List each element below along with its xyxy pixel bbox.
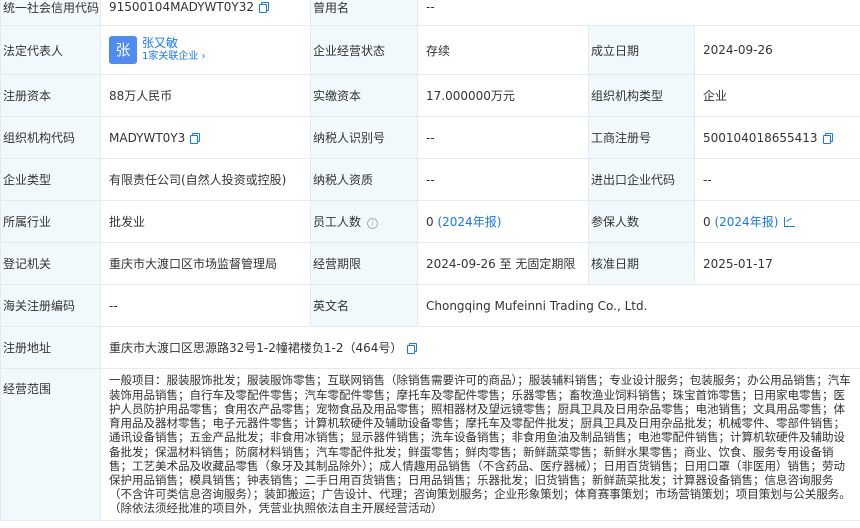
table-row: 海关注册编码 -- 英文名 Chongqing Mufeinni Trading… bbox=[0, 284, 860, 327]
copy-icon[interactable] bbox=[822, 132, 833, 144]
legal-rep-name-link[interactable]: 张又敏 bbox=[142, 37, 206, 50]
avatar[interactable]: 张 bbox=[109, 36, 137, 64]
trend-chart-icon[interactable] bbox=[784, 217, 796, 227]
paid-capital-value: 17.000000万元 bbox=[417, 74, 589, 117]
table-row: 法定代表人 张张又敏 1家关联企业 › 企业经营状态 存续 成立日期 2024-0… bbox=[0, 25, 860, 75]
insured-cell: 0 (2024年报) bbox=[693, 200, 860, 243]
copy-icon[interactable] bbox=[407, 343, 418, 354]
taxpayer-qual-label: 纳税人资质 bbox=[310, 158, 418, 201]
address-value: 重庆市大渡口区思源路32号1-2幢裙楼负1-2 bbox=[109, 341, 344, 355]
table-row: 登记机关 重庆市大渡口区市场监督管理局 经营期限 2024-09-26 至 无固… bbox=[0, 242, 860, 285]
biz-reg-no-cell: 500104018655413 bbox=[693, 116, 860, 159]
approval-date-label: 核准日期 bbox=[588, 242, 695, 285]
legal-rep-cell: 张张又敏 1家关联企业 › bbox=[100, 25, 311, 75]
org-code-label: 组织机构代码 bbox=[0, 116, 101, 159]
credit-code-cell: 91500104MADYWT0Y32 bbox=[100, 0, 311, 26]
staff-value: 0 bbox=[426, 215, 434, 229]
company-info-table: 统一社会信用代码 91500104MADYWT0Y32 曾用名 -- 法定代表人… bbox=[0, 0, 860, 521]
staff-label-cell: 员工人数 i bbox=[310, 200, 418, 243]
industry-label: 所属行业 bbox=[0, 200, 101, 243]
org-type-value: 企业 bbox=[693, 74, 860, 117]
table-row: 注册资本 88万人民币 实缴资本 17.000000万元 组织机构类型 企业 bbox=[0, 74, 860, 117]
import-export-value: -- bbox=[693, 158, 860, 201]
founded-value: 2024-09-26 bbox=[693, 25, 860, 75]
taxpayer-id-value: -- bbox=[417, 116, 589, 159]
scope-label: 经营范围 bbox=[0, 368, 101, 521]
english-name-label: 英文名 bbox=[310, 284, 418, 327]
copy-icon[interactable] bbox=[190, 132, 201, 144]
status-value: 存续 bbox=[417, 25, 589, 75]
credit-code-label: 统一社会信用代码 bbox=[0, 0, 101, 26]
approval-date-value: 2025-01-17 bbox=[693, 242, 860, 285]
op-period-value: 2024-09-26 至 无固定期限 bbox=[417, 242, 589, 285]
taxpayer-qual-value: -- bbox=[417, 158, 589, 201]
company-type-label: 企业类型 bbox=[0, 158, 101, 201]
copy-icon[interactable] bbox=[258, 2, 269, 13]
table-row: 注册地址 重庆市大渡口区思源路32号1-2幢裙楼负1-2（464号） bbox=[0, 326, 860, 369]
table-row: 所属行业 批发业 员工人数 i 0 (2024年报) 参保人数 0 (2024年报… bbox=[0, 200, 860, 243]
reg-capital-value: 88万人民币 bbox=[100, 74, 311, 117]
address-cell: 重庆市大渡口区思源路32号1-2幢裙楼负1-2（464号） bbox=[99, 326, 860, 369]
credit-code-value: 91500104MADYWT0Y32 bbox=[109, 0, 254, 14]
table-row: 企业类型 有限责任公司(自然人投资或控股) 纳税人资质 -- 进出口企业代码 -… bbox=[0, 158, 860, 201]
company-info-panel: { "rows": { "credit_code": {"label": "统一… bbox=[0, 0, 860, 528]
customs-code-value: -- bbox=[100, 284, 311, 327]
staff-annual-report-link[interactable]: (2024年报) bbox=[437, 215, 501, 229]
reg-capital-label: 注册资本 bbox=[0, 74, 101, 117]
import-export-label: 进出口企业代码 bbox=[588, 158, 695, 201]
org-code-value: MADYWT0Y3 bbox=[109, 130, 186, 145]
company-type-value: 有限责任公司(自然人投资或控股) bbox=[100, 158, 311, 201]
op-period-label: 经营期限 bbox=[310, 242, 418, 285]
biz-reg-no-label: 工商注册号 bbox=[588, 116, 695, 159]
address-label: 注册地址 bbox=[0, 326, 101, 369]
insured-label: 参保人数 bbox=[588, 200, 695, 243]
table-row: 统一社会信用代码 91500104MADYWT0Y32 曾用名 -- bbox=[0, 0, 860, 26]
former-name-value: -- bbox=[416, 0, 860, 26]
founded-label: 成立日期 bbox=[588, 25, 695, 75]
english-name-value: Chongqing Mufeinni Trading Co., Ltd. bbox=[416, 284, 860, 327]
insured-annual-report-link[interactable]: (2024年报) bbox=[714, 215, 778, 229]
industry-value: 批发业 bbox=[100, 200, 311, 243]
status-label: 企业经营状态 bbox=[310, 25, 418, 75]
insured-value: 0 bbox=[703, 215, 711, 229]
former-name-label: 曾用名 bbox=[310, 0, 418, 26]
staff-cell: 0 (2024年报) bbox=[417, 200, 589, 243]
paid-capital-label: 实缴资本 bbox=[310, 74, 418, 117]
customs-code-label: 海关注册编码 bbox=[0, 284, 101, 327]
org-type-label: 组织机构类型 bbox=[588, 74, 695, 117]
org-code-cell: MADYWT0Y3 bbox=[100, 116, 311, 159]
taxpayer-id-label: 纳税人识别号 bbox=[310, 116, 418, 159]
scope-value: 一般项目：服装服饰批发；服装服饰零售；互联网销售（除销售需要许可的商品）；服装辅… bbox=[99, 368, 860, 521]
biz-reg-no-value: 500104018655413 bbox=[703, 130, 818, 145]
table-row: 经营范围 一般项目：服装服饰批发；服装服饰零售；互联网销售（除销售需要许可的商品… bbox=[0, 368, 860, 521]
related-companies-link[interactable]: 1家关联企业 › bbox=[142, 50, 206, 63]
reg-authority-label: 登记机关 bbox=[0, 242, 101, 285]
nearby-count-link[interactable]: （464号） bbox=[343, 341, 402, 355]
legal-rep-label: 法定代表人 bbox=[0, 25, 101, 75]
table-row: 组织机构代码 MADYWT0Y3 纳税人识别号 -- 工商注册号 5001040… bbox=[0, 116, 860, 159]
info-icon[interactable]: i bbox=[367, 218, 379, 229]
reg-authority-value: 重庆市大渡口区市场监督管理局 bbox=[100, 242, 311, 285]
staff-label: 员工人数 bbox=[313, 215, 362, 229]
